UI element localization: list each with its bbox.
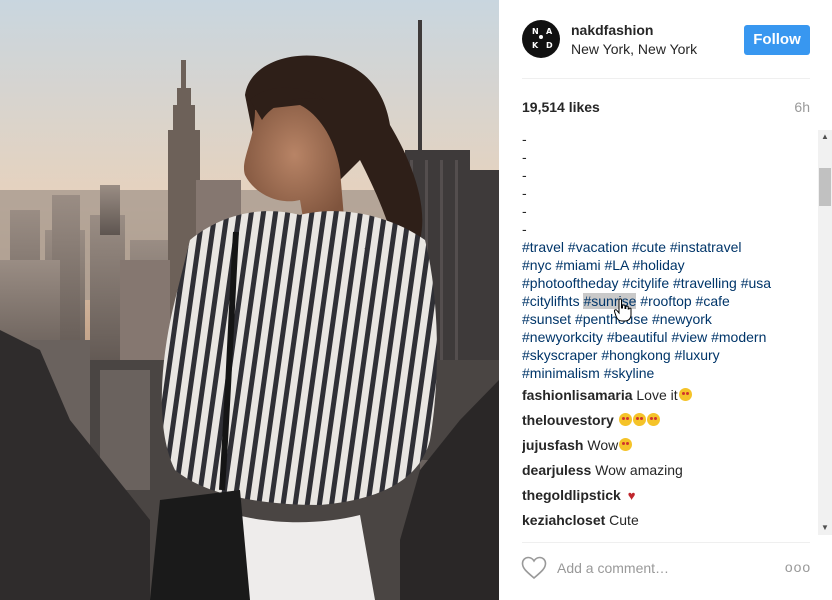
hashtag-link[interactable]: #skyline — [604, 365, 655, 381]
comment-username-link[interactable]: fashionlisamaria — [522, 387, 633, 403]
comment-text: Love it — [636, 387, 678, 403]
comments-list: - - - - - - #travel #vacation #cute #instatra… — [522, 130, 814, 540]
comment-username-link[interactable]: thelouvestory — [522, 412, 614, 428]
follow-button[interactable]: Follow — [744, 25, 810, 55]
post-header: N A K D nakdfashion New York, New York F… — [499, 0, 832, 78]
hashtag-link[interactable]: #vacation — [568, 239, 628, 255]
post-photo[interactable] — [0, 0, 499, 600]
hashtag-link[interactable]: #LA — [604, 257, 628, 273]
hashtag-link[interactable]: #hongkong — [601, 347, 670, 363]
avatar-letter: D — [546, 41, 553, 50]
comment-text: Cute — [609, 512, 639, 528]
heart-eyes-emoji-icon — [618, 413, 632, 426]
avatar-dot — [539, 35, 543, 39]
hashtag-line: #nyc #miami #LA #holiday — [522, 256, 814, 274]
hashtag-link[interactable]: #cute — [632, 239, 666, 255]
hashtag-link[interactable]: #usa — [741, 275, 771, 291]
scroll-down-arrow-icon[interactable]: ▼ — [818, 521, 832, 535]
post-image — [0, 0, 499, 600]
caption-dashes: - - - - - - — [522, 130, 814, 238]
caption-dash: - — [522, 131, 527, 147]
scrollbar-thumb[interactable] — [819, 168, 831, 206]
hashtag-line: #travel #vacation #cute #instatravel — [522, 238, 814, 256]
comment-item: keziahcloset Cute — [522, 511, 814, 529]
avatar-letter: N — [532, 27, 539, 36]
avatar-letter: K — [532, 41, 539, 50]
comment-item: thelouvestory — [522, 411, 814, 429]
hashtag-line: #sunset #penthouse #newyork — [522, 310, 814, 328]
caption-dash: - — [522, 185, 527, 201]
location-link[interactable]: New York, New York — [571, 41, 697, 57]
comment-text: Wow — [587, 437, 619, 453]
hashtag-link[interactable]: #view — [671, 329, 707, 345]
caption-dash: - — [522, 221, 527, 237]
composer-divider — [522, 542, 810, 543]
username-link[interactable]: nakdfashion — [571, 22, 653, 38]
hashtag-link[interactable]: #travel — [522, 239, 564, 255]
red-heart-icon: ♥ — [627, 488, 636, 503]
heart-eyes-emoji-icon — [632, 413, 646, 426]
hashtag-line: #minimalism #skyline — [522, 364, 814, 382]
caption-dash: - — [522, 149, 527, 165]
hashtag-link[interactable]: #holiday — [633, 257, 685, 273]
hashtag-line: #newyorkcity #beautiful #view #modern — [522, 328, 814, 346]
scroll-up-arrow-icon[interactable]: ▲ — [818, 130, 832, 144]
caption-dash: - — [522, 167, 527, 183]
avatar[interactable]: N A K D — [522, 20, 560, 58]
comment-item: fashionlisamaria Love it — [522, 386, 814, 404]
hashtag-line: #skyscraper #hongkong #luxury — [522, 346, 814, 364]
comment-username-link[interactable]: dearjuless — [522, 462, 591, 478]
hashtag-link[interactable]: #minimalism — [522, 365, 600, 381]
hashtag-line: #photooftheday #citylife #travelling #us… — [522, 274, 814, 292]
avatar-letter: A — [546, 27, 553, 36]
likes-count[interactable]: 19,514 likes — [522, 99, 600, 115]
heart-outline-icon[interactable] — [521, 556, 547, 580]
comment-thread: fashionlisamaria Love it thelouvestory ju… — [522, 386, 814, 529]
hashtag-link[interactable]: #miami — [555, 257, 600, 273]
hashtag-link[interactable]: #newyork — [652, 311, 712, 327]
hashtag-link[interactable]: #newyorkcity — [522, 329, 603, 345]
hashtag-link[interactable]: #citylifhts — [522, 293, 580, 309]
heart-eyes-emoji-icon — [619, 438, 633, 451]
hashtag-link[interactable]: #modern — [711, 329, 766, 345]
hashtag-link[interactable]: #photooftheday — [522, 275, 619, 291]
caption-hashtags: #travel #vacation #cute #instatravel #nyc… — [522, 238, 814, 382]
hashtag-line: #citylifhts #sunrise #rooftop #cafe — [522, 292, 814, 310]
hashtag-link[interactable]: #citylife — [622, 275, 669, 291]
more-options-icon[interactable]: ooo — [783, 558, 813, 576]
heart-eyes-emoji-icon — [678, 388, 692, 401]
comment-username-link[interactable]: keziahcloset — [522, 512, 605, 528]
comment-item: dearjuless Wow amazing — [522, 461, 814, 479]
comment-item: thegoldlipstick ♥ — [522, 486, 814, 504]
post-time[interactable]: 6h — [794, 99, 810, 115]
comment-username-link[interactable]: jujusfash — [522, 437, 583, 453]
comment-username-link[interactable]: thegoldlipstick — [522, 487, 621, 503]
hashtag-link[interactable]: #nyc — [522, 257, 552, 273]
heart-eyes-emoji-icon — [646, 413, 660, 426]
hashtag-link[interactable]: #cafe — [696, 293, 730, 309]
add-comment-input[interactable] — [557, 558, 777, 578]
hashtag-link[interactable]: #skyscraper — [522, 347, 597, 363]
caption-dash: - — [522, 203, 527, 219]
hashtag-link[interactable]: #rooftop — [640, 293, 691, 309]
hashtag-link[interactable]: #beautiful — [607, 329, 668, 345]
hashtag-link[interactable]: #sunset — [522, 311, 571, 327]
hashtag-link[interactable]: #luxury — [675, 347, 720, 363]
hashtag-link[interactable]: #travelling — [673, 275, 737, 291]
hand-pointer-icon — [614, 298, 632, 322]
header-divider — [522, 78, 810, 79]
comment-text: Wow amazing — [595, 462, 683, 478]
hashtag-link[interactable]: #penthouse — [575, 311, 648, 327]
hashtag-link[interactable]: #instatravel — [670, 239, 742, 255]
comment-item: jujusfash Wow — [522, 436, 814, 454]
